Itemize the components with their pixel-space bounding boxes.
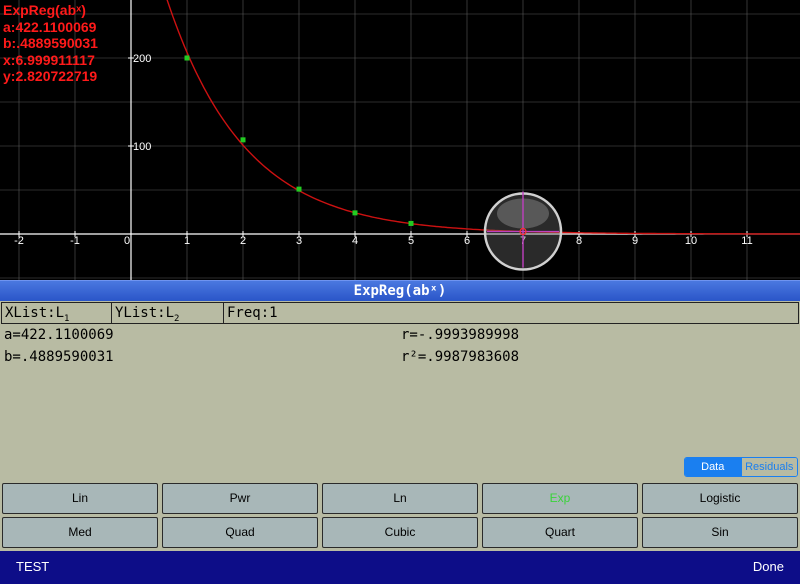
trace-readout: ExpReg(abˣ) a:422.1100069 b:.4889590031 … [3, 2, 98, 85]
pwr-regression-button[interactable]: Pwr [162, 483, 318, 514]
ylist-label: YList:L [115, 305, 175, 321]
data-tab[interactable]: Data [685, 458, 741, 476]
x-tick-label: 6 [464, 235, 470, 247]
done-button[interactable]: Done [753, 559, 784, 574]
x-tick-label: 3 [296, 235, 302, 247]
quart-regression-button[interactable]: Quart [482, 517, 638, 548]
ln-regression-button[interactable]: Ln [322, 483, 478, 514]
data-residuals-toggle[interactable]: Data Residuals [684, 457, 798, 477]
x-tick-label: 2 [240, 235, 246, 247]
bottom-toolbar: TEST Done [0, 551, 800, 584]
quad-regression-button[interactable]: Quad [162, 517, 318, 548]
lin-regression-button[interactable]: Lin [2, 483, 158, 514]
x-tick-label: 5 [408, 235, 414, 247]
xlist-field[interactable]: XList:L1 [2, 303, 112, 324]
test-button[interactable]: TEST [16, 559, 49, 574]
b-result: b=.4889590031 [4, 349, 114, 365]
x-tick-label: 8 [576, 235, 582, 247]
logistic-regression-button[interactable]: Logistic [642, 483, 798, 514]
freq-field[interactable]: Freq:1 [224, 303, 798, 323]
readout-x: x:6.999911117 [3, 51, 95, 68]
r2-result: r²=.9987983608 [401, 349, 520, 365]
x-tick-label: 0 [124, 235, 130, 247]
data-point [408, 220, 414, 226]
readout-b: b:.4889590031 [3, 35, 98, 51]
a-result: a=422.1100069 [4, 327, 114, 343]
graph-canvas[interactable]: -2-101234567891011200100 [0, 0, 800, 280]
exp-regression-button[interactable]: Exp [482, 483, 638, 514]
x-tick-label: 11 [741, 235, 752, 247]
r-result: r=-.9993989998 [401, 327, 520, 343]
data-point [352, 210, 358, 216]
x-tick-label: 1 [184, 235, 190, 247]
data-point [240, 137, 246, 143]
x-tick-label: 10 [685, 235, 697, 247]
x-tick-label: 4 [352, 235, 358, 247]
cubic-regression-button[interactable]: Cubic [322, 517, 478, 548]
graph-area[interactable]: -2-101234567891011200100 ExpReg(abˣ) a:4… [0, 0, 800, 280]
x-tick-label: -1 [70, 235, 80, 247]
sin-regression-button[interactable]: Sin [642, 517, 798, 548]
ylist-field[interactable]: YList:L2 [112, 303, 224, 324]
x-tick-label: 9 [632, 235, 638, 247]
ylist-subscript: 2 [174, 313, 180, 324]
freq-label: Freq:1 [227, 305, 278, 321]
regression-curve [166, 0, 800, 235]
data-point [184, 55, 190, 61]
parameter-row: XList:L1 YList:L2 Freq:1 [1, 302, 799, 324]
med-regression-button[interactable]: Med [2, 517, 158, 548]
residuals-tab[interactable]: Residuals [740, 458, 797, 476]
y-tick-label: 100 [133, 141, 151, 153]
y-tick-label: 200 [133, 53, 151, 65]
readout-y: y:2.820722719 [3, 68, 98, 84]
panel-title: ExpReg(abˣ) [0, 280, 800, 301]
x-tick-label: -2 [14, 235, 24, 247]
readout-a: a:422.1100069 [3, 18, 97, 35]
xlist-label: XList:L [5, 305, 65, 321]
readout-title: ExpReg(abˣ) [3, 2, 86, 18]
data-point [296, 186, 302, 192]
regression-button-grid: Lin Pwr Ln Exp Logistic Med Quad Cubic Quart Sin [0, 481, 800, 551]
xlist-subscript: 1 [64, 313, 70, 324]
